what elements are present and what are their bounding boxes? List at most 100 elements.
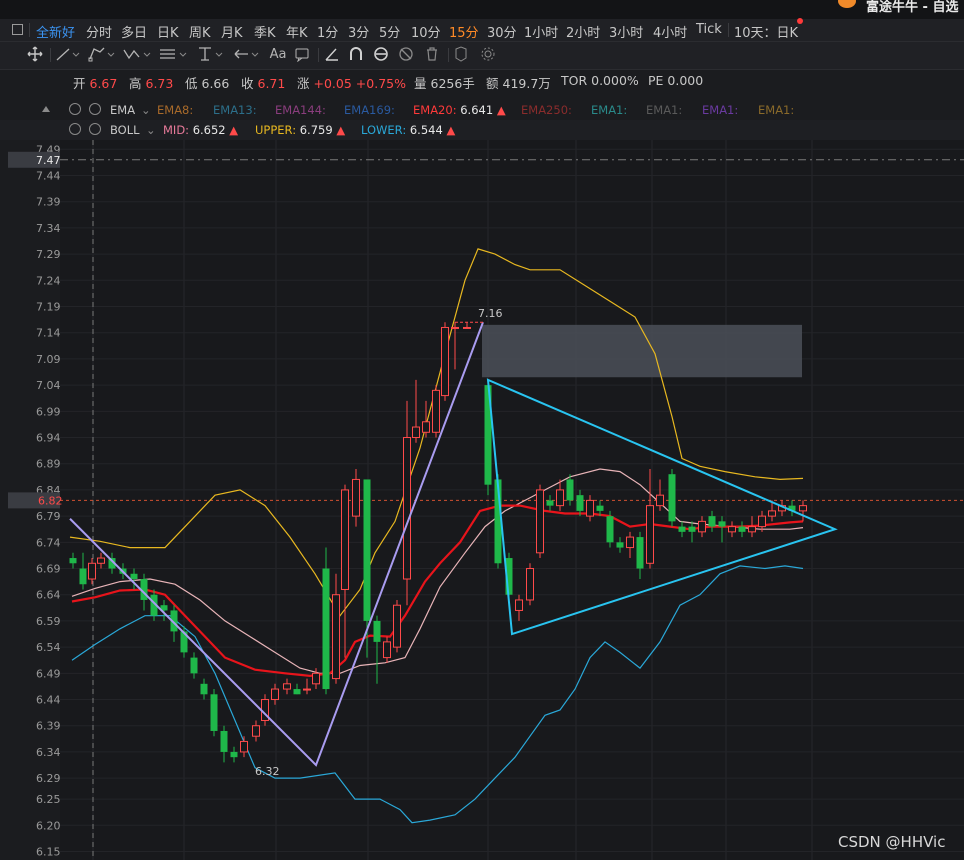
candle-body[interactable] bbox=[463, 326, 471, 329]
candle-body[interactable] bbox=[596, 505, 604, 511]
settings-gear-icon[interactable] bbox=[480, 46, 498, 64]
timeframe-6[interactable]: 季K bbox=[254, 22, 276, 41]
timeframe-11[interactable]: 10分 bbox=[411, 22, 441, 41]
candle-body[interactable] bbox=[748, 526, 756, 533]
chevron-down-icon[interactable]: ⌄ bbox=[141, 103, 151, 117]
hide-drawings-icon[interactable] bbox=[398, 46, 416, 64]
timeframe-18[interactable]: Tick bbox=[696, 22, 722, 37]
template-icon[interactable] bbox=[452, 46, 472, 64]
candle-body[interactable] bbox=[403, 437, 411, 580]
boll-name[interactable]: BOLL bbox=[110, 123, 140, 137]
candle-body[interactable] bbox=[220, 730, 228, 752]
timeframe-10[interactable]: 5分 bbox=[379, 22, 400, 41]
timeframe-17[interactable]: 4小时 bbox=[653, 22, 687, 41]
candle-body[interactable] bbox=[678, 526, 686, 532]
candle-body[interactable] bbox=[656, 494, 664, 507]
candle-body[interactable] bbox=[626, 536, 634, 549]
candle-body[interactable] bbox=[363, 479, 371, 621]
candle-body[interactable] bbox=[768, 510, 776, 517]
candle-body[interactable] bbox=[332, 594, 340, 680]
candle-body[interactable] bbox=[546, 500, 554, 506]
line-tool-icon[interactable] bbox=[55, 46, 81, 64]
candle-body[interactable] bbox=[556, 489, 564, 507]
candle-body[interactable] bbox=[130, 573, 138, 580]
candle-body[interactable] bbox=[698, 520, 706, 533]
candlestick-chart[interactable]: 7.497.447.397.347.297.247.197.147.097.04… bbox=[0, 140, 964, 860]
timeframe-8[interactable]: 1分 bbox=[317, 22, 338, 41]
measure-tool-icon[interactable] bbox=[324, 46, 342, 64]
candle-body[interactable] bbox=[799, 505, 807, 512]
price-range-tool-icon[interactable] bbox=[196, 46, 226, 64]
timeframe-7[interactable]: 年K bbox=[286, 22, 308, 41]
timeframe-14[interactable]: 1小时 bbox=[524, 22, 558, 41]
timeframe-19[interactable]: 10天：日K bbox=[734, 22, 798, 41]
candle-body[interactable] bbox=[283, 683, 291, 690]
fibonacci-tool-icon[interactable] bbox=[158, 46, 188, 64]
candle-body[interactable] bbox=[69, 558, 77, 564]
candle-body[interactable] bbox=[200, 683, 208, 695]
boll-close-icon[interactable] bbox=[89, 123, 101, 135]
resistance-zone[interactable] bbox=[482, 324, 802, 378]
polyline-tool-icon[interactable] bbox=[88, 46, 116, 64]
magnet-icon[interactable] bbox=[348, 46, 366, 64]
link-drawings-icon[interactable] bbox=[373, 46, 391, 64]
candle-body[interactable] bbox=[441, 326, 449, 397]
candle-body[interactable] bbox=[97, 557, 105, 564]
candle-body[interactable] bbox=[373, 620, 381, 642]
candle-body[interactable] bbox=[293, 689, 301, 695]
candle-body[interactable] bbox=[393, 604, 401, 648]
candle-body[interactable] bbox=[758, 515, 766, 528]
candle-body[interactable] bbox=[252, 725, 260, 737]
timeframe-15[interactable]: 2小时 bbox=[566, 22, 600, 41]
candle-body[interactable] bbox=[451, 326, 459, 329]
ema-settings-icon[interactable] bbox=[69, 103, 81, 115]
arrow-tool-icon[interactable] bbox=[232, 46, 262, 64]
candle-body[interactable] bbox=[210, 694, 218, 731]
ema-close-icon[interactable] bbox=[89, 103, 101, 115]
collapse-arrow-icon[interactable] bbox=[42, 106, 50, 112]
delete-drawings-icon[interactable] bbox=[424, 46, 442, 64]
candle-body[interactable] bbox=[412, 426, 420, 439]
ema-name[interactable]: EMA bbox=[110, 103, 135, 117]
candle-body[interactable] bbox=[312, 672, 320, 685]
boll-settings-icon[interactable] bbox=[69, 123, 81, 135]
candle-body[interactable] bbox=[303, 688, 311, 691]
candle-body[interactable] bbox=[515, 599, 523, 611]
candle-body[interactable] bbox=[422, 421, 430, 433]
candle-body[interactable] bbox=[536, 489, 544, 554]
candle-body[interactable] bbox=[240, 740, 248, 753]
candle-body[interactable] bbox=[688, 526, 696, 532]
timeframe-9[interactable]: 3分 bbox=[348, 22, 369, 41]
timeframe-2[interactable]: 多日 bbox=[121, 22, 147, 41]
timeframe-12[interactable]: 15分 bbox=[449, 22, 479, 41]
candle-body[interactable] bbox=[526, 568, 534, 601]
candle-body[interactable] bbox=[432, 389, 440, 433]
candle-body[interactable] bbox=[738, 526, 746, 532]
timeframe-3[interactable]: 日K bbox=[157, 22, 179, 41]
text-tool-icon[interactable]: Aa bbox=[268, 46, 288, 64]
candle-body[interactable] bbox=[352, 478, 360, 517]
candle-body[interactable] bbox=[616, 542, 624, 548]
candle-body[interactable] bbox=[190, 657, 198, 674]
candle-body[interactable] bbox=[718, 521, 726, 527]
candle-body[interactable] bbox=[728, 526, 736, 533]
candle-body[interactable] bbox=[576, 495, 584, 511]
candle-body[interactable] bbox=[271, 688, 279, 701]
candle-body[interactable] bbox=[636, 537, 644, 569]
wave-tool-icon[interactable] bbox=[122, 46, 152, 64]
candle-body[interactable] bbox=[668, 474, 676, 522]
move-crosshair-icon[interactable] bbox=[27, 46, 45, 64]
timeframe-16[interactable]: 3小时 bbox=[609, 22, 643, 41]
timeframe-4[interactable]: 周K bbox=[189, 22, 211, 41]
candle-body[interactable] bbox=[646, 505, 654, 564]
candle-body[interactable] bbox=[383, 641, 391, 659]
candle-body[interactable] bbox=[708, 516, 716, 527]
chevron-down-icon[interactable]: ⌄ bbox=[146, 123, 156, 137]
candle-body[interactable] bbox=[606, 516, 614, 543]
candle-body[interactable] bbox=[341, 489, 349, 590]
note-tool-icon[interactable] bbox=[294, 46, 312, 64]
candle-body[interactable] bbox=[88, 562, 96, 580]
timeframe-1[interactable]: 分时 bbox=[86, 22, 112, 41]
candle-body[interactable] bbox=[586, 499, 594, 517]
candle-body[interactable] bbox=[79, 568, 87, 585]
